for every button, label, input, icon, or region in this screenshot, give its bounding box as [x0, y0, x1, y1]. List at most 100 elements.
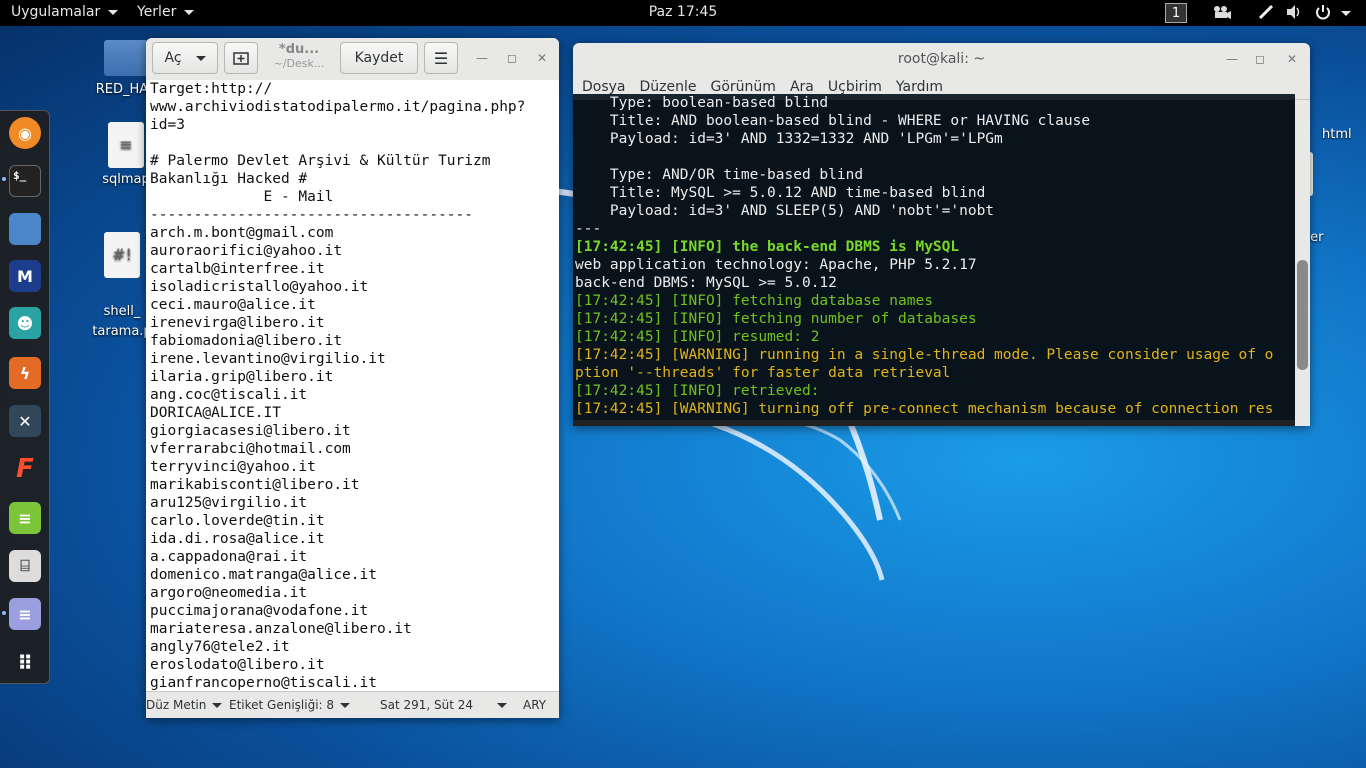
scrollbar-thumb[interactable] — [1297, 260, 1308, 370]
power-menu[interactable] — [1315, 4, 1352, 24]
editor-line: giorgiacasesi@libero.it — [150, 423, 351, 439]
text-file-icon: ≡ — [108, 122, 144, 168]
insert-mode-indicator[interactable]: ARY — [523, 698, 546, 712]
new-tab-button[interactable] — [224, 42, 258, 74]
editor-line: # Palermo Devlet Arşivi & Kültür Turizm — [150, 153, 491, 169]
applications-menu[interactable]: Uygulamalar — [11, 4, 119, 20]
clock[interactable]: Paz 17:45 — [649, 4, 718, 20]
terminal-line: back-end DBMS: MySQL >= 5.0.12 — [575, 275, 837, 291]
terminal-title: root@kali: ~ — [897, 51, 986, 67]
document-path: ~/Desk... — [273, 57, 325, 70]
editor-line: Bakanlığı Hacked # — [150, 171, 308, 187]
places-menu[interactable]: Yerler — [137, 4, 195, 20]
terminal-scrollbar[interactable] — [1295, 100, 1310, 426]
armitage-icon[interactable]: ☻ — [9, 307, 41, 339]
cursor-position-label: Sat 291, Süt 24 — [380, 698, 474, 712]
desktop-icon-label: shell_ tarama.p — [92, 304, 152, 339]
terminal-line: [17:42:45] [INFO] the back-end DBMS is M… — [575, 239, 960, 255]
camera-icon[interactable] — [1212, 4, 1232, 24]
chevron-down-icon — [497, 702, 508, 708]
cursor-position-selector[interactable]: Sat 291, Süt 24 — [380, 698, 508, 712]
pen-icon[interactable] — [1257, 4, 1275, 24]
text-editor-area[interactable]: Target:http:// www.archiviodistatodipaler… — [146, 80, 559, 692]
editor-line: terryvinci@yahoo.it — [150, 459, 316, 475]
chevron-down-icon — [184, 9, 195, 15]
save-button-label: Kaydet — [354, 50, 404, 66]
minimize-button[interactable]: — — [1223, 50, 1241, 68]
syntax-mode-selector[interactable]: Düz Metin — [146, 698, 223, 712]
close-button[interactable]: ✕ — [533, 49, 551, 67]
editor-line: carlo.loverde@tin.it — [150, 513, 325, 529]
menu-item-help[interactable]: Yardım — [896, 79, 943, 95]
menu-item-file[interactable]: Dosya — [582, 79, 626, 95]
gedit-icon[interactable]: ≡ — [9, 598, 41, 630]
maximize-button[interactable]: ◻ — [1251, 50, 1269, 68]
open-button[interactable]: Aç — [152, 42, 218, 74]
menu-item-search[interactable]: Ara — [790, 79, 814, 95]
burpsuite-icon[interactable]: ϟ — [9, 357, 41, 389]
terminal-line: Type: AND/OR time-based blind — [575, 167, 864, 183]
power-icon — [1316, 5, 1330, 20]
cutycapt-icon[interactable]: ⌸ — [9, 550, 41, 582]
menu-item-terminal[interactable]: Uçbirim — [828, 79, 882, 95]
editor-line: mariateresa.anzalone@libero.it — [150, 621, 412, 637]
minimize-button[interactable]: — — [473, 49, 491, 67]
editor-line: angly76@tele2.it — [150, 639, 290, 655]
chevron-down-icon — [340, 702, 351, 708]
tab-width-selector[interactable]: Etiket Genişliği: 8 — [229, 698, 351, 712]
terminal-icon[interactable]: $_ — [9, 165, 41, 197]
workspace-indicator[interactable]: 1 — [1165, 3, 1187, 23]
show-apps-icon[interactable]: ⠿ — [9, 647, 41, 679]
faraday-icon[interactable]: F — [9, 453, 41, 485]
terminal-line: ption '--threads' for faster data retrie… — [575, 365, 951, 381]
maltego-icon[interactable]: ✕ — [9, 405, 41, 437]
save-button[interactable]: Kaydet — [340, 42, 418, 74]
editor-line: ilaria.grip@libero.it — [150, 369, 334, 385]
terminal-line: Title: MySQL >= 5.0.12 AND time-based bl… — [575, 185, 986, 201]
menu-item-edit[interactable]: Düzenle — [640, 79, 697, 95]
desktop-file-shell-tarama[interactable]: #! shell_ tarama.p — [92, 212, 152, 362]
tab-width-label: Etiket Genişliği: 8 — [229, 698, 335, 712]
gedit-statusbar: Düz Metin Etiket Genişliği: 8 Sat 291, S… — [146, 691, 559, 718]
terminal-line: Title: AND boolean-based blind - WHERE o… — [575, 113, 1091, 129]
editor-line: cartalb@interfree.it — [150, 261, 325, 277]
metasploit-icon[interactable]: M — [9, 260, 41, 292]
open-button-label: Aç — [164, 50, 182, 66]
editor-line: DORICA@ALICE.IT — [150, 405, 281, 421]
maximize-button[interactable]: ◻ — [503, 49, 521, 67]
terminal-output[interactable]: Type: boolean-based blind Title: AND boo… — [573, 94, 1295, 420]
menu-button[interactable]: ☰ — [424, 42, 458, 74]
terminal-line: [17:42:45] [INFO] fetching number of dat… — [575, 311, 977, 327]
editor-line: fabiomadonia@libero.it — [150, 333, 343, 349]
script-file-icon: #! — [104, 232, 140, 278]
chevron-down-icon — [108, 9, 119, 15]
menu-item-view[interactable]: Görünüm — [711, 79, 776, 95]
editor-line: vferrarabci@hotmail.com — [150, 441, 351, 457]
document-title: *du... ~/Desk... — [264, 42, 334, 70]
places-menu-label: Yerler — [137, 4, 177, 20]
close-button[interactable]: ✕ — [1283, 50, 1301, 68]
syntax-mode-label: Düz Metin — [146, 698, 207, 712]
running-indicator — [2, 177, 6, 181]
terminal-line: [17:42:45] [INFO] retrieved: — [575, 383, 820, 399]
editor-line: E - Mail — [150, 189, 334, 205]
terminal-window: root@kali: ~ — ◻ ✕ Dosya Düzenle Görünüm… — [573, 43, 1310, 426]
files-icon[interactable] — [9, 213, 41, 245]
leafpad-icon[interactable]: ≡ — [9, 502, 41, 534]
terminal-line: [17:42:45] [WARNING] running in a single… — [575, 347, 1274, 363]
editor-line: arch.m.bont@gmail.com — [150, 225, 334, 241]
chevron-down-icon — [195, 55, 206, 61]
folder-icon — [104, 40, 148, 76]
editor-line: id=3 — [150, 117, 185, 133]
editor-line: ceci.mauro@alice.it — [150, 297, 316, 313]
terminal-line: web application technology: Apache, PHP … — [575, 257, 977, 273]
editor-line: gianfrancoperno@tiscali.it — [150, 675, 377, 691]
firefox-icon[interactable]: ◉ — [9, 117, 41, 149]
terminal-line: Type: boolean-based blind — [575, 95, 829, 111]
editor-line: ida.di.rosa@alice.it — [150, 531, 325, 547]
terminal-line: Payload: id=3' AND SLEEP(5) AND 'nobt'='… — [575, 203, 995, 219]
editor-line: eroslodato@libero.it — [150, 657, 325, 673]
volume-icon[interactable] — [1285, 4, 1303, 24]
gedit-window: Aç *du... ~/Desk... Kaydet ☰ — ◻ ✕ Targe… — [146, 38, 559, 718]
